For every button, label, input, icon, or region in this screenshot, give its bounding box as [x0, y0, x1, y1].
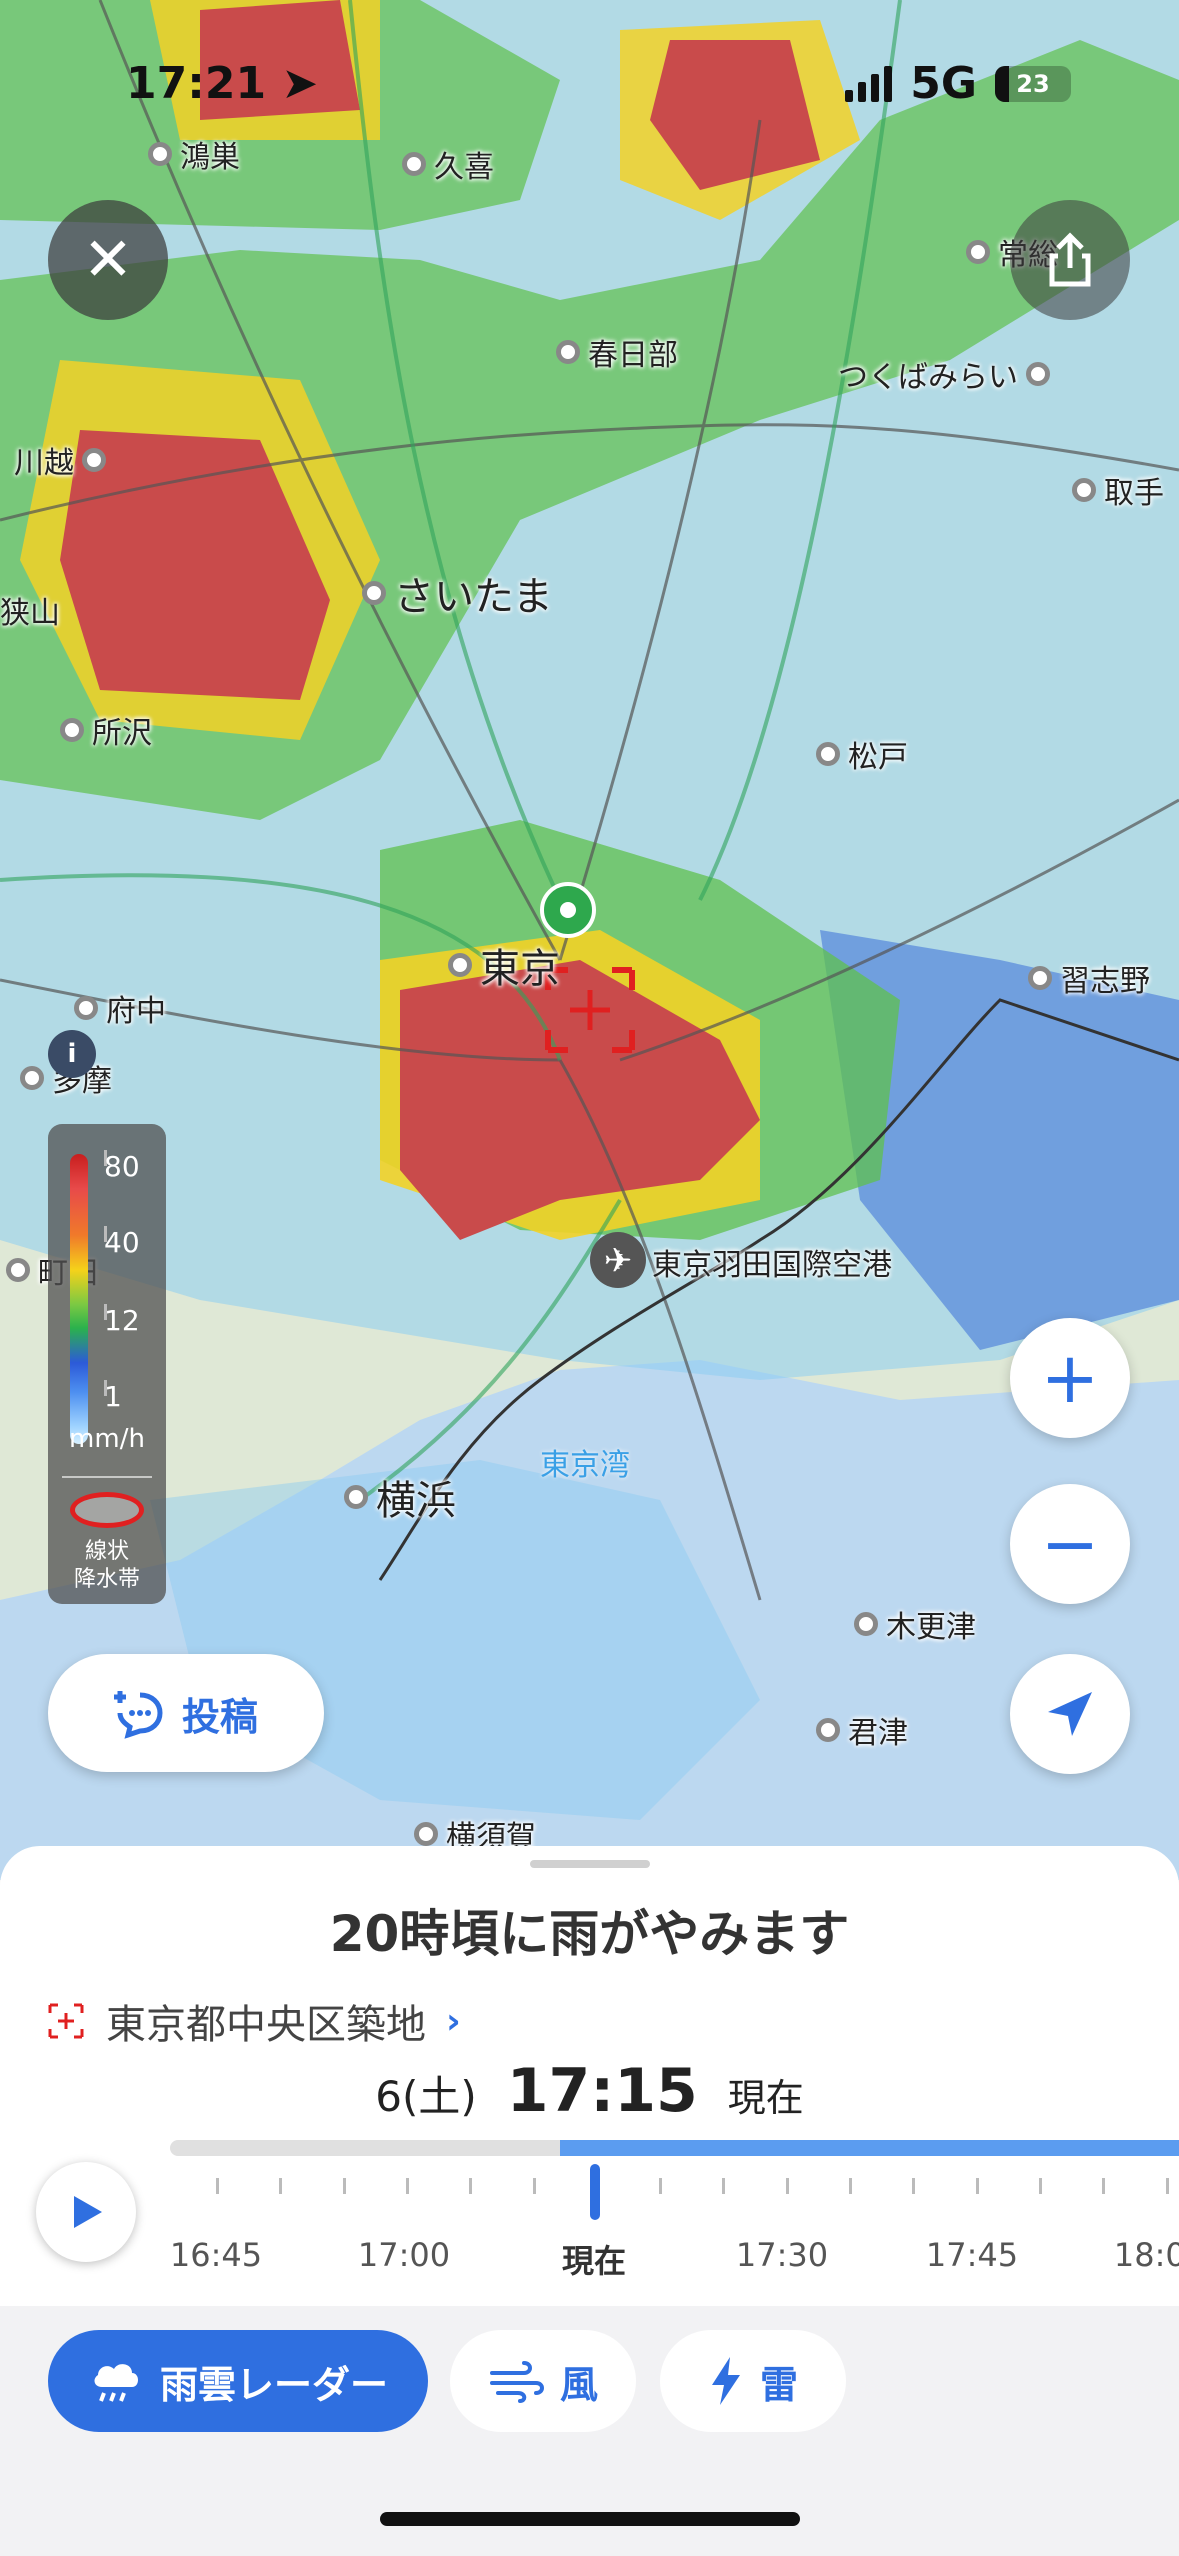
rain-legend: 80 40 12 1 mm/h 線状 降水帯: [48, 1124, 166, 1604]
place-sayama: 狭山: [0, 596, 60, 631]
linear-rainband-icon: [70, 1492, 144, 1528]
signal-icon: [845, 65, 893, 102]
timeline-label: 17:00: [357, 2236, 451, 2274]
plus-icon: +: [1040, 1337, 1100, 1419]
timeline-past-track: [170, 2140, 560, 2156]
play-icon: [74, 2196, 102, 2228]
legend-tick-40: 40: [104, 1226, 140, 1259]
place-konosu: 鴻巣: [148, 132, 240, 176]
tab-wind[interactable]: 風: [450, 2330, 636, 2432]
forecast-headline: 20時頃に雨がやみます: [329, 1905, 850, 1963]
timeline-tick: [1165, 2178, 1169, 2194]
now-label: 現在: [727, 2076, 804, 2120]
place-matsudo: 松戸: [816, 732, 908, 776]
place-toride: 取手: [1072, 468, 1164, 512]
timeline-label: 17:30: [735, 2236, 829, 2274]
current-time-row: 6(土) 17:15 現在: [0, 2056, 1179, 2126]
place-kuki: 久喜: [402, 142, 494, 186]
timeline-tick: [1102, 2178, 1106, 2194]
tab-wind-label: 風: [559, 2362, 598, 2407]
timeline-tick: [405, 2178, 409, 2194]
place-narashino: 習志野: [1028, 956, 1150, 1000]
timeline-label: 18:00: [1113, 2236, 1179, 2274]
legend-unit: mm/h: [69, 1424, 145, 1454]
place-tokyo-bay: 東京湾: [540, 1448, 630, 1483]
tab-rain-radar-label: 雨雲レーダー: [159, 2362, 388, 2407]
place-yokohama: 横浜: [344, 1468, 456, 1526]
timeline-tick: [659, 2178, 663, 2194]
timeline-tick: [342, 2178, 346, 2194]
timeline-tick: [785, 2178, 789, 2194]
legend-color-bar: [70, 1154, 88, 1444]
play-button[interactable]: [36, 2162, 136, 2262]
minus-icon: −: [1040, 1503, 1100, 1585]
legend-tick-80: 80: [104, 1150, 140, 1183]
location-label: 東京都中央区築地: [106, 2002, 426, 2048]
time-label: 17:15: [506, 2056, 698, 2126]
rain-radar-map[interactable]: ✈ 鴻巣 久喜 常総 春日部 つくばみらい 川越 取手 さいたま 狭山 所沢 松…: [0, 0, 1179, 1880]
post-button[interactable]: 投稿: [48, 1654, 324, 1772]
map-canvas: ✈: [0, 0, 1179, 1880]
location-selector[interactable]: 東京都中央区築地 ›: [46, 1992, 461, 2050]
place-tsukubamirai: つくばみらい: [838, 352, 1050, 396]
timeline-tick: [469, 2178, 473, 2194]
place-kasukabe: 春日部: [556, 330, 678, 374]
place-tokyo: 東京: [448, 936, 560, 994]
zoom-out-button[interactable]: −: [1010, 1484, 1130, 1604]
timeline-tick: [975, 2178, 979, 2194]
close-button[interactable]: ✕: [48, 200, 168, 320]
share-button[interactable]: [1010, 200, 1130, 320]
place-haneda-airport: 東京羽田国際空港: [652, 1248, 892, 1283]
current-location-button[interactable]: [1010, 1654, 1130, 1774]
legend-band-label: 線状 降水帯: [73, 1539, 140, 1592]
rain-cloud-icon: [94, 2364, 138, 2402]
location-arrow-icon: [1048, 1692, 1092, 1736]
tab-thunder-label: 雷: [759, 2362, 798, 2407]
location-pin-icon: [540, 882, 596, 938]
timeline-label-current: 現在: [561, 2242, 627, 2280]
share-icon: [1049, 232, 1091, 287]
timeline-label: 16:45: [170, 2236, 263, 2274]
crosshair-icon: [48, 2003, 84, 2039]
status-indicators: 5G 23: [845, 58, 1071, 109]
legend-divider: [62, 1476, 152, 1478]
timeline-tick: [912, 2178, 916, 2194]
chevron-right-icon: ›: [446, 2000, 461, 2042]
time-slider[interactable]: 16:45 17:00 現在 17:30 17:45 18:00: [170, 2140, 1179, 2280]
tab-thunder[interactable]: 雷: [660, 2330, 846, 2432]
battery-icon: 23: [995, 65, 1071, 102]
timeline-tick: [532, 2178, 536, 2194]
wind-icon: [489, 2361, 544, 2403]
status-time: 17:21 ➤: [126, 58, 319, 109]
tab-rain-radar[interactable]: 雨雲レーダー: [48, 2330, 428, 2432]
place-kisarazu: 木更津: [854, 1602, 976, 1646]
zoom-in-button[interactable]: +: [1010, 1318, 1130, 1438]
network-label: 5G: [910, 58, 977, 109]
legend-tick-1: 1: [104, 1380, 122, 1413]
timeline-tick: [216, 2178, 219, 2194]
home-indicator[interactable]: [380, 2512, 800, 2526]
timeline-label: 17:45: [925, 2236, 1019, 2274]
sheet-grabber[interactable]: [530, 1860, 650, 1868]
timeline-forecast-track: [560, 2140, 1179, 2156]
timeline-tick: [849, 2178, 852, 2194]
legend-tick-12: 12: [104, 1304, 140, 1337]
timeline-cursor[interactable]: [590, 2164, 600, 2220]
place-kimitsu: 君津: [816, 1708, 908, 1752]
timeline-tick: [722, 2178, 726, 2194]
place-fuchu: 府中: [74, 986, 166, 1030]
place-kawagoe: 川越: [14, 438, 106, 482]
place-tokorozawa: 所沢: [60, 708, 152, 752]
date-label: 6(土): [375, 2072, 477, 2121]
timeline-tick: [1038, 2178, 1042, 2194]
info-icon[interactable]: i: [48, 1030, 96, 1078]
lightning-icon: [711, 2357, 740, 2405]
post-button-label: 投稿: [181, 1694, 258, 1739]
svg-text:✈: ✈: [604, 1241, 633, 1281]
timeline-tick: [279, 2178, 283, 2194]
place-saitama: さいたま: [362, 564, 553, 622]
close-icon: ✕: [82, 225, 134, 295]
post-icon: [113, 1691, 163, 1739]
